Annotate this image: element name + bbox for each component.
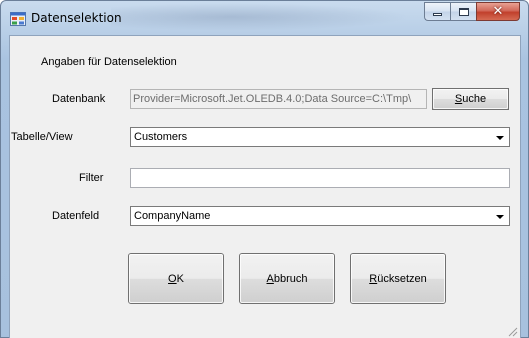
ok-accel: O	[168, 272, 177, 285]
ruecksetzen-label: ücksetzen	[377, 272, 427, 285]
resize-grip-icon[interactable]	[506, 325, 518, 337]
window-title: Datenselektion	[31, 11, 122, 25]
datenbank-label: Datenbank	[52, 93, 106, 105]
minimize-icon	[433, 13, 442, 16]
chevron-down-icon[interactable]	[492, 208, 508, 224]
abbruch-label: bbruch	[273, 272, 308, 285]
title-bar[interactable]: Datenselektion ✕	[1, 1, 528, 35]
tabelle-selected-value: Customers	[134, 131, 188, 143]
abbruch-button[interactable]: Abbruch	[239, 253, 335, 304]
maximize-button[interactable]	[450, 2, 476, 21]
maximize-icon	[458, 7, 469, 16]
chevron-down-icon[interactable]	[492, 129, 508, 145]
suche-button[interactable]: Suche	[432, 88, 509, 110]
close-button[interactable]: ✕	[476, 2, 520, 21]
close-icon: ✕	[492, 4, 504, 19]
suche-label: uche	[462, 93, 487, 105]
ok-button[interactable]: OK	[128, 253, 224, 304]
filter-label: Filter	[79, 172, 104, 184]
filter-input[interactable]	[130, 168, 510, 188]
dialog-client-area: Angaben für Datenselektion Datenbank Pro…	[9, 35, 521, 338]
datenbank-connection-field[interactable]: Provider=Microsoft.Jet.OLEDB.4.0;Data So…	[130, 89, 427, 109]
title-bar-glass	[111, 3, 411, 31]
datenfeld-selected-value: CompanyName	[134, 210, 211, 222]
datenfeld-select[interactable]: CompanyName	[130, 206, 510, 226]
caption-buttons: ✕	[424, 2, 520, 22]
window-app-icon[interactable]	[10, 12, 26, 26]
group-label: Angaben für Datenselektion	[41, 56, 177, 68]
window-frame: Datenselektion ✕ Angaben für Datenselekt…	[0, 0, 529, 338]
ruecksetzen-accel: R	[369, 272, 378, 285]
minimize-button[interactable]	[424, 2, 450, 21]
tabelle-select[interactable]: Customers	[130, 127, 510, 147]
ruecksetzen-button[interactable]: Rücksetzen	[350, 253, 446, 304]
tabelle-label: Tabelle/View	[11, 131, 73, 143]
abbruch-accel: A	[266, 272, 274, 285]
ok-label: K	[176, 272, 184, 285]
datenfeld-label: Datenfeld	[52, 210, 100, 222]
